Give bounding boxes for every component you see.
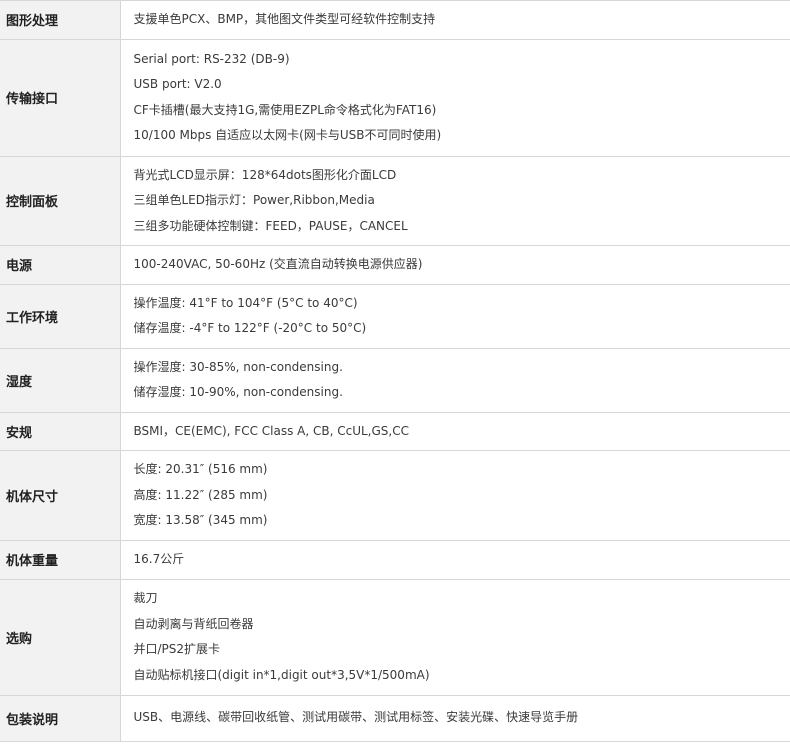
spec-value: 支援单色PCX、BMP，其他图文件类型可经软件控制支持	[120, 0, 790, 40]
spec-table: 图形处理 支援单色PCX、BMP，其他图文件类型可经软件控制支持 传输接口 Seria…	[0, 0, 790, 742]
spec-row: 图形处理 支援单色PCX、BMP，其他图文件类型可经软件控制支持	[0, 0, 790, 40]
spec-value-line: 储存湿度: 10-90%, non-condensing.	[133, 385, 343, 399]
spec-value: USB、电源线、碳带回收纸管、测试用碳带、测试用标签、安装光碟、快速导览手册	[120, 695, 790, 742]
spec-value: 100-240VAC, 50-60Hz (交直流自动转换电源供应器)	[120, 245, 790, 285]
spec-value: 长度: 20.31″ (516 mm) 高度: 11.22″ (285 mm) 宽度…	[120, 450, 790, 541]
spec-value-line: Serial port: RS-232 (DB-9)	[133, 51, 290, 66]
spec-value: 操作湿度: 30-85%, non-condensing. 储存湿度: 10-90…	[120, 348, 790, 413]
spec-row: 湿度 操作湿度: 30-85%, non-condensing. 储存湿度: 10-…	[0, 348, 790, 413]
spec-value-line: 并口/PS2扩展卡	[133, 642, 221, 656]
spec-label: 湿度	[0, 348, 121, 413]
spec-value-line: 自动剥离与背纸回卷器	[133, 616, 254, 631]
spec-row: 工作环境 操作温度: 41°F to 104°F (5°C to 40°C) 储存温…	[0, 284, 790, 349]
spec-value: 操作温度: 41°F to 104°F (5°C to 40°C) 储存温度: -…	[120, 284, 790, 349]
spec-row: 包装说明 USB、电源线、碳带回收纸管、测试用碳带、测试用标签、安装光碟、快速导览…	[0, 695, 790, 742]
spec-row: 选购 裁刀自动剥离与背纸回卷器 并口/PS2扩展卡自动贴标机接口(digit in*…	[0, 579, 790, 696]
spec-row: 安规 BSMI，CE(EMC), FCC Class A, CB, CcUL,GS…	[0, 412, 790, 451]
spec-value-line: 操作湿度: 30-85%, non-condensing.	[133, 359, 343, 374]
spec-label: 机体尺寸	[0, 450, 121, 541]
spec-value-line: 三组多功能硬体控制键：FEED，PAUSE，CANCEL	[133, 218, 408, 233]
spec-label: 传输接口	[0, 39, 121, 157]
spec-value: Serial port: RS-232 (DB-9) USB port: V2.0…	[120, 39, 790, 157]
spec-value-line: 支援单色PCX、BMP，其他图文件类型可经软件控制支持	[133, 12, 436, 26]
spec-value-line: 自动贴标机接口(digit in*1,digit out*3,5V*1/500m…	[133, 667, 430, 682]
spec-value-line: 背光式LCD显示屏：128*64dots图形化介面LCD	[133, 167, 397, 182]
spec-label: 选购	[0, 579, 121, 696]
spec-value-line: 裁刀	[133, 591, 158, 605]
spec-value-line: 16.7公斤	[133, 552, 185, 566]
spec-value-line: 高度: 11.22″ (285 mm)	[133, 487, 268, 502]
spec-value-line: 100-240VAC, 50-60Hz (交直流自动转换电源供应器)	[133, 257, 423, 271]
spec-value-line: USB、电源线、碳带回收纸管、测试用碳带、测试用标签、安装光碟、快速导览手册	[133, 710, 579, 725]
spec-value-line: 10/100 Mbps 自适应以太网卡(网卡与USB不可同时使用)	[133, 128, 442, 142]
spec-label: 工作环境	[0, 284, 121, 349]
spec-row: 电源 100-240VAC, 50-60Hz (交直流自动转换电源供应器)	[0, 245, 790, 285]
spec-value-line: 长度: 20.31″ (516 mm)	[133, 462, 268, 477]
spec-value-line: 操作温度: 41°F to 104°F (5°C to 40°C)	[133, 295, 358, 310]
spec-row: 机体重量 16.7公斤	[0, 540, 790, 580]
spec-value-line: 储存温度: -4°F to 122°F (-20°C to 50°C)	[133, 321, 367, 335]
spec-label: 安规	[0, 412, 121, 451]
spec-label: 机体重量	[0, 540, 121, 580]
spec-label: 图形处理	[0, 0, 121, 40]
spec-value: 16.7公斤	[120, 540, 790, 580]
spec-value-line: BSMI，CE(EMC), FCC Class A, CB, CcUL,GS,C…	[133, 423, 410, 438]
spec-label: 包装说明	[0, 695, 121, 742]
spec-row: 传输接口 Serial port: RS-232 (DB-9) USB port: …	[0, 39, 790, 157]
spec-value: 裁刀自动剥离与背纸回卷器 并口/PS2扩展卡自动贴标机接口(digit in*1,…	[120, 579, 790, 696]
spec-value-line: 三组单色LED指示灯：Power,Ribbon,Media	[133, 193, 375, 207]
spec-row: 控制面板 背光式LCD显示屏：128*64dots图形化介面LCD 三组单色LED指…	[0, 156, 790, 246]
spec-label: 电源	[0, 245, 121, 285]
spec-value-line: CF卡插槽(最大支持1G,需使用EZPL命令格式化为FAT16)	[133, 102, 437, 117]
spec-label: 控制面板	[0, 156, 121, 246]
spec-value-line: USB port: V2.0	[133, 77, 222, 91]
spec-table-body: 图形处理 支援单色PCX、BMP，其他图文件类型可经软件控制支持 传输接口 Seria…	[0, 0, 790, 742]
spec-value-line: 宽度: 13.58″ (345 mm)	[133, 513, 268, 528]
spec-value: BSMI，CE(EMC), FCC Class A, CB, CcUL,GS,C…	[120, 412, 790, 451]
spec-value: 背光式LCD显示屏：128*64dots图形化介面LCD 三组单色LED指示灯：P…	[120, 156, 790, 246]
spec-row: 机体尺寸 长度: 20.31″ (516 mm) 高度: 11.22″ (285 m…	[0, 450, 790, 541]
